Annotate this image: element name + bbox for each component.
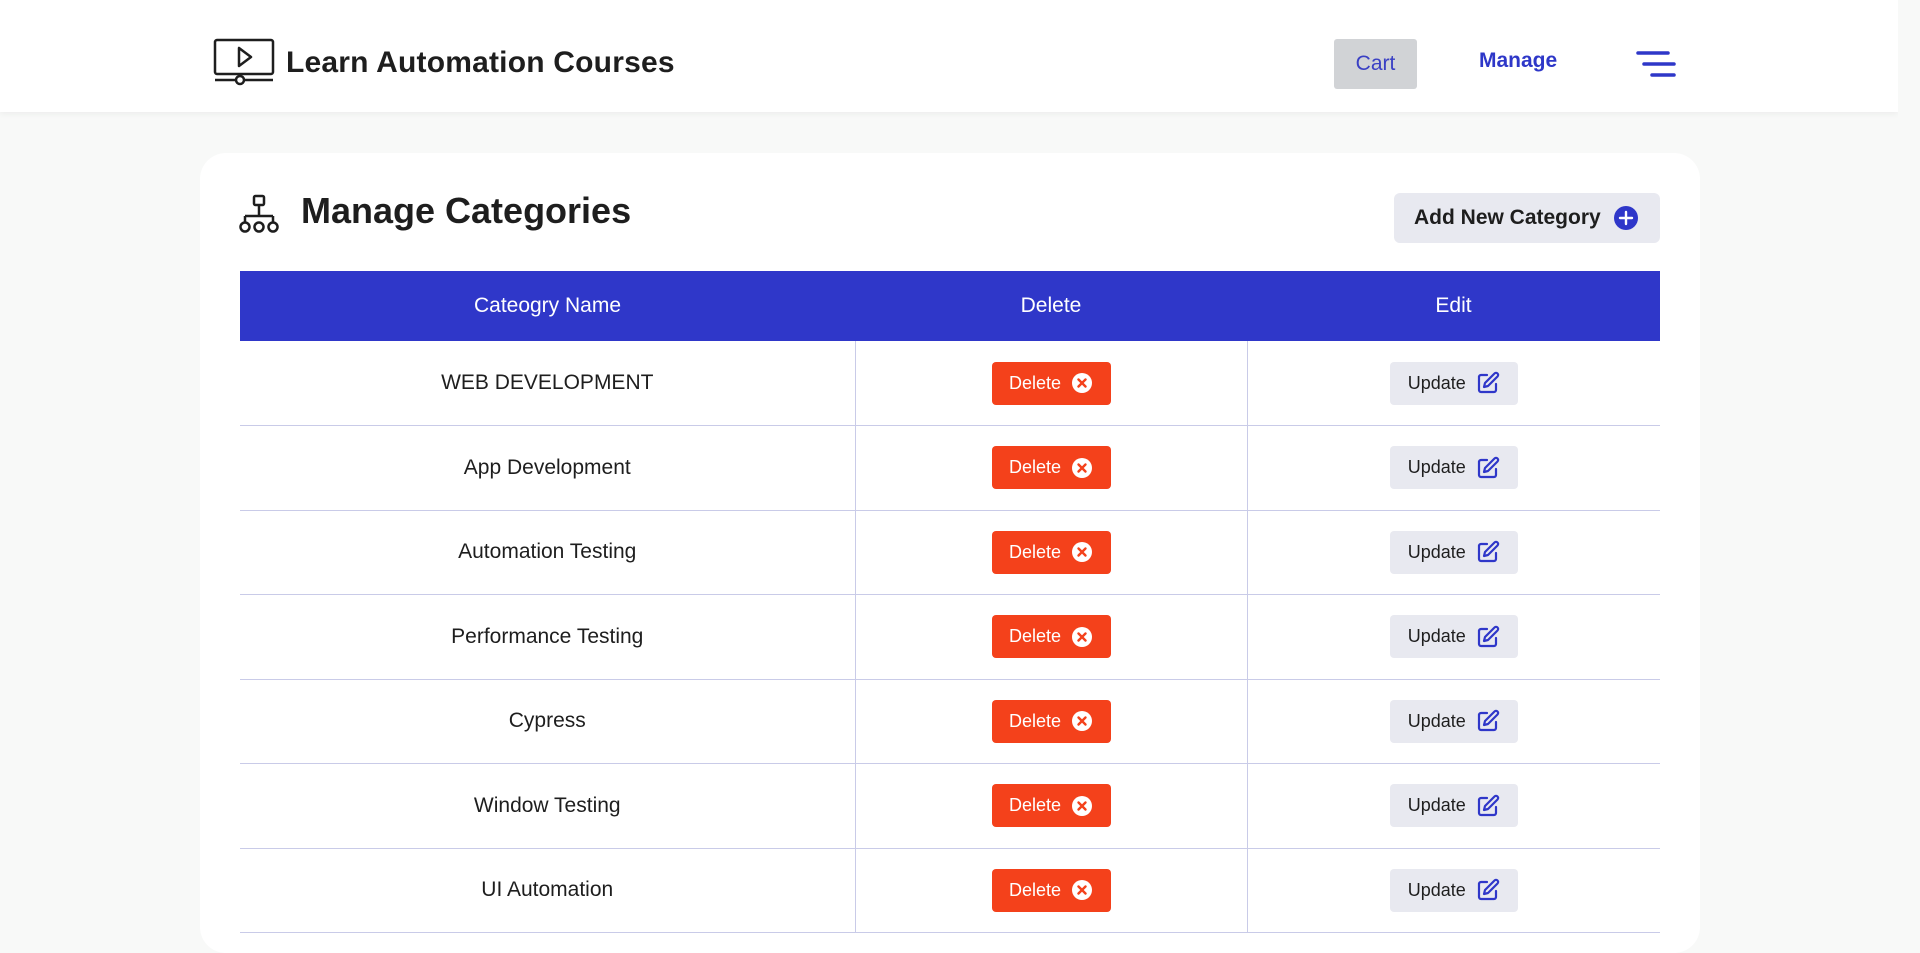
edit-icon — [1477, 625, 1499, 647]
update-button[interactable]: Update — [1389, 784, 1518, 828]
table-row: App Development Delete Update — [240, 425, 1660, 510]
edit-icon — [1477, 456, 1499, 478]
delete-label: Delete — [1008, 457, 1062, 478]
add-new-category-label: Add New Category — [1414, 206, 1601, 229]
delete-button[interactable]: Delete — [991, 699, 1111, 743]
table-row: Cypress Delete Update — [240, 679, 1660, 764]
delete-label: Delete — [1008, 541, 1062, 562]
top-navbar: Learn Automation Courses Cart Manage — [0, 0, 1898, 112]
update-button[interactable]: Update — [1389, 530, 1518, 574]
delete-button[interactable]: Delete — [991, 361, 1111, 405]
cart-button[interactable]: Cart — [1334, 39, 1417, 89]
category-name-cell: Automation Testing — [458, 540, 637, 564]
close-circle-icon — [1072, 626, 1093, 647]
monitor-play-icon — [213, 38, 275, 86]
category-name-cell: Window Testing — [473, 793, 621, 817]
delete-label: Delete — [1008, 710, 1062, 731]
edit-icon — [1477, 541, 1499, 563]
add-new-category-button[interactable]: Add New Category — [1394, 193, 1660, 243]
hierarchy-icon — [239, 194, 279, 233]
edit-icon — [1477, 710, 1499, 732]
update-label: Update — [1407, 541, 1466, 562]
close-circle-icon — [1072, 373, 1093, 393]
update-button[interactable]: Update — [1389, 699, 1518, 743]
close-circle-icon — [1072, 457, 1093, 478]
update-button[interactable]: Update — [1389, 868, 1518, 912]
category-name-cell: WEB DEVELOPMENT — [441, 371, 654, 394]
delete-label: Delete — [1008, 879, 1062, 900]
table-row: Performance Testing Delete Update — [240, 594, 1660, 679]
category-name-cell: App Development — [463, 455, 631, 479]
update-button[interactable]: Update — [1389, 446, 1518, 490]
brand[interactable]: Learn Automation Courses — [213, 38, 675, 88]
column-header-delete: Delete — [1020, 294, 1082, 317]
close-circle-icon — [1072, 795, 1093, 816]
category-name-cell: UI Automation — [481, 878, 614, 902]
update-label: Update — [1407, 879, 1466, 900]
update-button[interactable]: Update — [1389, 361, 1518, 405]
update-label: Update — [1407, 626, 1466, 647]
category-name-cell: Cypress — [508, 709, 586, 733]
update-button[interactable]: Update — [1389, 615, 1518, 659]
update-label: Update — [1407, 372, 1466, 393]
table-header-row: Cateogry Name Delete Edit — [240, 271, 1660, 341]
edit-icon — [1477, 794, 1499, 816]
delete-label: Delete — [1008, 372, 1062, 393]
delete-button[interactable]: Delete — [991, 868, 1111, 912]
table-row: Window Testing Delete Update — [240, 763, 1660, 848]
page-scrollbar[interactable] — [1898, 0, 1920, 923]
close-circle-icon — [1072, 880, 1093, 901]
close-circle-icon — [1072, 542, 1093, 563]
edit-icon — [1477, 879, 1499, 901]
update-label: Update — [1407, 710, 1466, 731]
delete-label: Delete — [1008, 795, 1062, 816]
delete-button[interactable]: Delete — [991, 446, 1111, 490]
column-header-edit: Edit — [1435, 294, 1472, 317]
table-row: Automation Testing Delete Update — [240, 510, 1660, 595]
page-title: Manage Categories — [301, 190, 632, 231]
close-circle-icon — [1072, 711, 1093, 732]
category-name-cell: Performance Testing — [451, 624, 644, 648]
edit-icon — [1477, 371, 1499, 394]
categories-table: Cateogry Name Delete Edit WEB DEVELOPMEN… — [240, 271, 1660, 933]
table-row: UI Automation Delete Update — [240, 848, 1660, 933]
update-label: Update — [1407, 795, 1466, 816]
column-header-category-name: Cateogry Name — [473, 294, 622, 317]
plus-circle-icon — [1613, 206, 1638, 230]
delete-button[interactable]: Delete — [991, 615, 1111, 659]
delete-label: Delete — [1008, 626, 1062, 647]
hamburger-menu-icon[interactable] — [1636, 50, 1676, 78]
update-label: Update — [1407, 457, 1466, 478]
delete-button[interactable]: Delete — [991, 784, 1111, 828]
delete-button[interactable]: Delete — [991, 530, 1111, 574]
table-row: WEB DEVELOPMENT Delete Update — [240, 341, 1660, 426]
manage-link[interactable]: Manage — [1479, 49, 1557, 73]
brand-title: Learn Automation Courses — [286, 46, 675, 79]
